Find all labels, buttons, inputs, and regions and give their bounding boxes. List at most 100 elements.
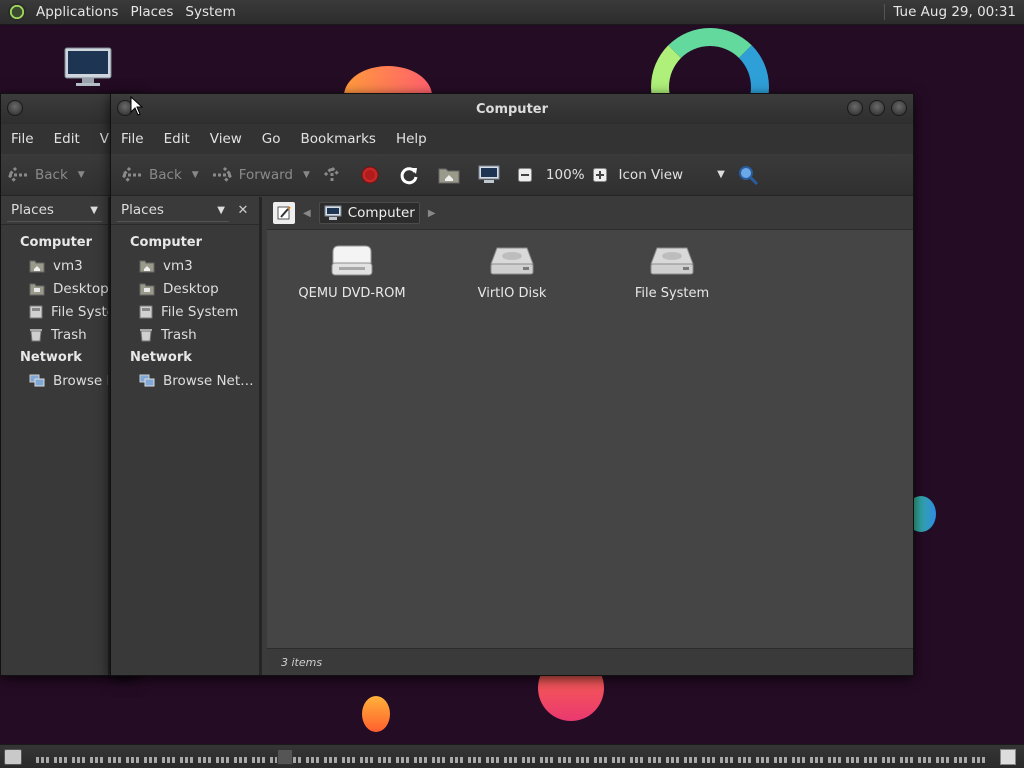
sidebar-item-trash[interactable]: Trash bbox=[1, 323, 108, 346]
computer-icon bbox=[478, 165, 500, 183]
home-button[interactable] bbox=[432, 159, 472, 191]
minimize-button[interactable] bbox=[847, 100, 863, 116]
reload-icon bbox=[400, 166, 418, 184]
sidebar-item-label: File System bbox=[161, 303, 239, 320]
forward-button[interactable]: Forward ▼ bbox=[205, 159, 316, 191]
toggle-location-entry-button[interactable] bbox=[273, 202, 295, 224]
chevron-down-icon: ▼ bbox=[90, 204, 98, 216]
home-folder-icon bbox=[438, 168, 460, 183]
sidebar-section-computer: Computer bbox=[130, 235, 203, 250]
sidebar-item-label: Desktop bbox=[53, 280, 108, 297]
window-title: Computer bbox=[475, 102, 549, 117]
reload-button[interactable] bbox=[392, 159, 432, 191]
home-folder-icon bbox=[139, 260, 155, 272]
hard-disk-icon bbox=[650, 247, 694, 275]
sidebar-item-desktop[interactable]: Desktop bbox=[1, 277, 108, 300]
back-arrow-icon bbox=[121, 166, 141, 183]
window-menu-button[interactable] bbox=[7, 100, 23, 116]
taskbar-window-button[interactable] bbox=[277, 749, 293, 765]
network-icon bbox=[139, 374, 155, 386]
menu-edit[interactable]: Edit bbox=[44, 131, 90, 147]
mouse-pointer-icon bbox=[130, 96, 144, 116]
applications-menu[interactable]: Applications bbox=[30, 4, 124, 20]
back-button[interactable]: Back ▼ bbox=[1, 159, 91, 191]
breadcrumb-right-arrow-icon[interactable]: ▶ bbox=[428, 208, 436, 219]
menu-edit[interactable]: Edit bbox=[154, 131, 200, 147]
hard-disk-icon bbox=[29, 305, 43, 318]
zoom-in-icon bbox=[592, 167, 607, 182]
sidebar-item-desktop[interactable]: Desktop bbox=[111, 277, 259, 300]
zoom-out-icon bbox=[517, 167, 532, 182]
titlebar[interactable]: Computer bbox=[111, 94, 913, 124]
sidebar-item-label: Browse Net… bbox=[163, 372, 254, 389]
breadcrumb-left-arrow-icon[interactable]: ◀ bbox=[303, 208, 311, 219]
chevron-down-icon[interactable]: ▼ bbox=[303, 170, 310, 180]
sidebar-item-label: Desktop bbox=[163, 280, 219, 297]
sidebar-item-label: vm3 bbox=[163, 257, 193, 274]
chevron-down-icon[interactable]: ▼ bbox=[78, 170, 85, 180]
desktop-folder-icon bbox=[29, 283, 45, 295]
trash-icon bbox=[30, 328, 42, 341]
menu-go[interactable]: Go bbox=[252, 131, 291, 147]
sidebar-item-vm3[interactable]: vm3 bbox=[1, 254, 108, 277]
sidebar-item-label: Trash bbox=[51, 326, 87, 343]
computer-icon bbox=[324, 205, 342, 220]
file-item-label: VirtIO Disk bbox=[477, 286, 547, 301]
edit-pencil-icon bbox=[277, 206, 291, 220]
show-desktop-icon[interactable] bbox=[4, 748, 22, 765]
sidebar-places-combo[interactable]: Places ▼ bbox=[117, 200, 229, 222]
zoom-out-button[interactable] bbox=[512, 159, 544, 191]
up-button[interactable] bbox=[316, 159, 354, 191]
sidebar-item-file-system[interactable]: File System bbox=[1, 300, 108, 323]
file-item-file-system[interactable]: File System bbox=[597, 244, 747, 301]
sidebar-item-label: Trash bbox=[161, 326, 197, 343]
up-arrow-icon bbox=[323, 165, 340, 183]
sidebar-item-browse-network[interactable]: Browse Net… bbox=[111, 369, 259, 392]
view-mode-select[interactable]: Icon View ▼ bbox=[619, 159, 731, 191]
stop-button[interactable] bbox=[354, 159, 392, 191]
chevron-down-icon: ▼ bbox=[217, 204, 225, 216]
sidebar-item-browse-network[interactable]: Browse Network bbox=[1, 369, 108, 392]
places-menu[interactable]: Places bbox=[124, 4, 179, 20]
view-mode-label: Icon View bbox=[618, 166, 684, 183]
close-button[interactable] bbox=[891, 100, 907, 116]
menu-view[interactable]: View bbox=[200, 131, 252, 147]
menu-help[interactable]: Help bbox=[386, 131, 437, 147]
clock[interactable]: Tue Aug 29, 00:31 bbox=[884, 4, 1024, 20]
back-button[interactable]: Back ▼ bbox=[111, 159, 205, 191]
icon-view[interactable]: QEMU DVD-ROM VirtIO Disk File System bbox=[267, 230, 913, 648]
sidebar-header: Places ▼ ✕ bbox=[111, 197, 259, 225]
sidebar-item-vm3[interactable]: vm3 bbox=[111, 254, 259, 277]
zoom-level[interactable]: 100% bbox=[544, 159, 587, 191]
menu-file[interactable]: File bbox=[1, 131, 44, 147]
breadcrumb-computer[interactable]: Computer bbox=[318, 202, 420, 224]
sidebar-places-combo[interactable]: Places ▼ bbox=[7, 200, 102, 222]
sidebar-item-file-system[interactable]: File System bbox=[111, 300, 259, 323]
desktop-computer-icon[interactable] bbox=[64, 47, 112, 87]
sidebar-section-network: Network bbox=[130, 350, 192, 365]
menu-bookmarks[interactable]: Bookmarks bbox=[291, 131, 386, 147]
desktop-folder-icon bbox=[139, 283, 155, 295]
zoom-in-button[interactable] bbox=[587, 159, 619, 191]
sidebar-close-icon[interactable]: ✕ bbox=[233, 203, 253, 218]
computer-button[interactable] bbox=[472, 159, 512, 191]
file-item-qemu-dvd-rom[interactable]: QEMU DVD-ROM bbox=[277, 244, 427, 301]
workspace-switcher[interactable] bbox=[1000, 748, 1016, 765]
system-menu[interactable]: System bbox=[179, 4, 241, 20]
search-button[interactable] bbox=[731, 159, 771, 191]
distro-logo-icon[interactable] bbox=[8, 3, 26, 21]
window-list[interactable] bbox=[36, 756, 986, 763]
file-item-virtio-disk[interactable]: VirtIO Disk bbox=[437, 244, 587, 301]
menu-file[interactable]: File bbox=[111, 131, 154, 147]
menubar: File Edit View Go Bookmarks Help bbox=[111, 124, 913, 154]
sidebar-section-computer: Computer bbox=[20, 235, 93, 250]
chevron-down-icon[interactable]: ▼ bbox=[192, 170, 199, 180]
sidebar-item-trash[interactable]: Trash bbox=[111, 323, 259, 346]
home-folder-icon bbox=[29, 260, 45, 272]
sidebar-combo-label: Places bbox=[11, 202, 54, 218]
sidebar: Places ▼ ✕ Computer vm3 Desktop File Sys… bbox=[111, 197, 262, 675]
maximize-button[interactable] bbox=[869, 100, 885, 116]
file-manager-window[interactable]: Computer File Edit View Go Bookmarks Hel… bbox=[110, 93, 914, 676]
chevron-down-icon: ▼ bbox=[717, 169, 725, 180]
network-icon bbox=[29, 374, 45, 386]
